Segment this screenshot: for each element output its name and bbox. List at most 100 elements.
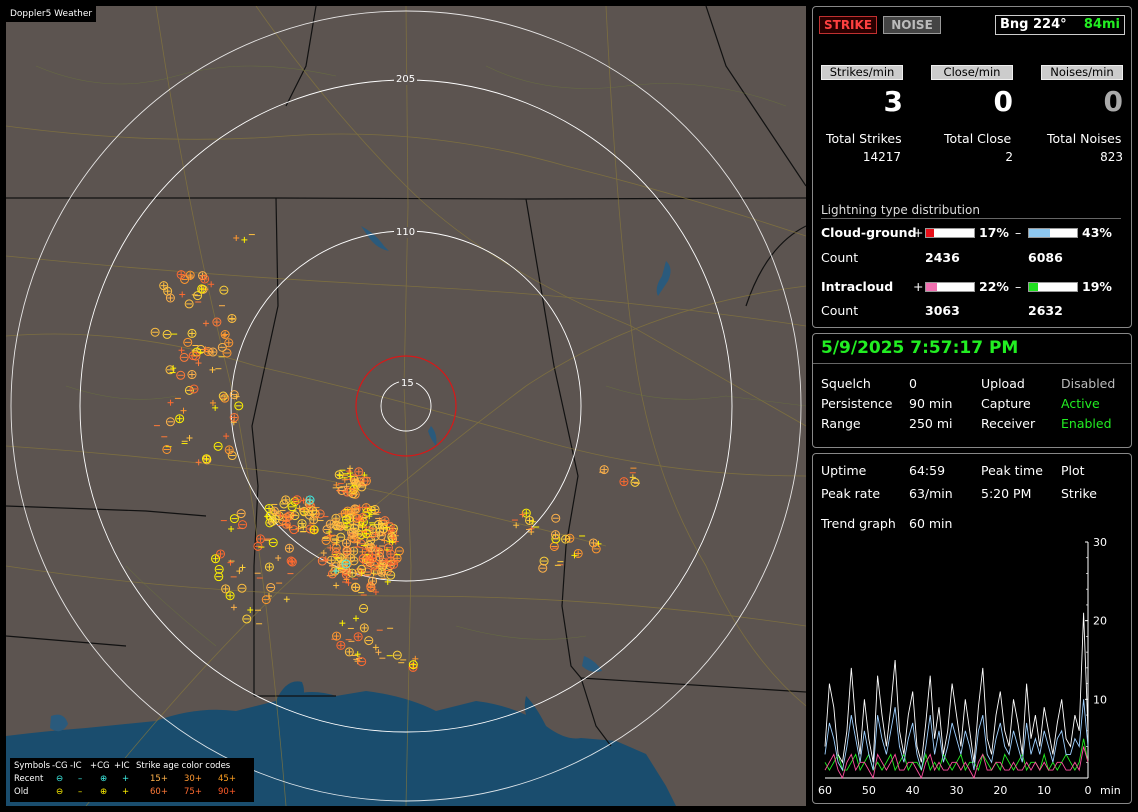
strike-mark bbox=[538, 563, 548, 573]
strike-mark bbox=[372, 644, 379, 651]
trend-x-tick-label: 0 bbox=[1085, 784, 1092, 797]
strike-mark bbox=[392, 650, 402, 660]
strike-mark bbox=[336, 640, 346, 650]
cg-count-label: Count bbox=[821, 250, 859, 265]
strike-mark bbox=[178, 347, 185, 354]
strike-mark bbox=[227, 559, 234, 566]
strike-mark bbox=[375, 649, 382, 656]
bearing-value: Bng 224° bbox=[1000, 17, 1067, 32]
strike-mark bbox=[354, 651, 361, 658]
strike-mark bbox=[187, 370, 197, 380]
strike-mark bbox=[320, 550, 327, 557]
strike-mark bbox=[539, 556, 549, 566]
total-close-value: 2 bbox=[1005, 150, 1013, 164]
strike-mark bbox=[387, 532, 397, 542]
recent-pos-ic-icon: + bbox=[122, 774, 130, 784]
ic-count-label: Count bbox=[821, 303, 859, 318]
strike-mark bbox=[214, 572, 224, 582]
strike-mark bbox=[305, 495, 315, 505]
strike-mark bbox=[290, 511, 300, 521]
cg-plus-fill bbox=[926, 229, 935, 237]
strike-mark bbox=[275, 555, 282, 562]
total-close-label: Total Close bbox=[944, 131, 1012, 146]
strike-mark bbox=[175, 414, 185, 424]
upload-value[interactable]: Disabled bbox=[1061, 376, 1115, 391]
trend-x-unit: min bbox=[1100, 784, 1121, 797]
strike-mark bbox=[549, 541, 559, 551]
trend-y-tick-label: 30 bbox=[1093, 536, 1107, 549]
ic-minus-fill bbox=[1029, 283, 1039, 291]
strike-mark bbox=[394, 546, 404, 556]
trend-chart: 30 20 10 60 50 40 30 20 10 0 min bbox=[818, 536, 1121, 797]
strike-mark bbox=[334, 470, 344, 480]
recent-pos-cg-icon: ⊕ bbox=[100, 774, 108, 784]
strike-mark bbox=[261, 595, 271, 605]
strike-mark bbox=[165, 417, 175, 427]
stats-trend-panel: Uptime 64:59 Peak time Plot Peak rate 63… bbox=[812, 453, 1132, 804]
strike-mark bbox=[342, 547, 352, 557]
strike-mark bbox=[229, 514, 239, 524]
strike-mark bbox=[208, 347, 218, 357]
trend-y-tick-label: 20 bbox=[1093, 615, 1107, 628]
ic-plus-count: 3063 bbox=[925, 303, 960, 318]
persistence-label: Persistence bbox=[821, 396, 893, 411]
settings-panel: 5/9/2025 7:57:17 PM Squelch 0 Upload Dis… bbox=[812, 333, 1132, 448]
strike-mark bbox=[525, 515, 535, 525]
cg-minus-pct: 43% bbox=[1082, 225, 1112, 240]
lightning-map[interactable]: 205 110 15 Doppler5 Weather Symbols -CG … bbox=[6, 6, 806, 806]
cg-plus-bar bbox=[925, 228, 975, 238]
cg-plus-sign: + bbox=[913, 225, 924, 240]
trend-x-tick-label: 40 bbox=[906, 784, 920, 797]
strike-mark bbox=[361, 528, 371, 538]
ring-label-205: 205 bbox=[394, 74, 418, 85]
cg-plus-pct: 17% bbox=[979, 225, 1009, 240]
strike-mark bbox=[281, 495, 291, 505]
strike-mark bbox=[187, 328, 197, 338]
noise-button[interactable]: NOISE bbox=[883, 16, 941, 34]
strike-mark bbox=[344, 647, 354, 657]
receiver-value[interactable]: Enabled bbox=[1061, 416, 1112, 431]
cg-minus-sign: – bbox=[1015, 225, 1022, 240]
strike-mark bbox=[195, 459, 202, 466]
strike-mark bbox=[283, 596, 290, 603]
strike-mark bbox=[309, 525, 319, 535]
strike-mark bbox=[284, 543, 294, 553]
strike-mark bbox=[176, 370, 186, 380]
strike-mark bbox=[333, 481, 340, 488]
old-pos-cg-icon: ⊕ bbox=[100, 787, 108, 797]
cloud-ground-label: Cloud-ground bbox=[821, 225, 917, 240]
strike-mark bbox=[367, 553, 377, 563]
strike-mark bbox=[362, 507, 372, 517]
strike-mark bbox=[332, 631, 342, 641]
squelch-label: Squelch bbox=[821, 376, 871, 391]
strike-mark bbox=[212, 317, 222, 327]
strike-marks bbox=[150, 234, 640, 672]
range-value: 84mi bbox=[1083, 17, 1120, 32]
strikes-per-min-label: Strikes/min bbox=[821, 65, 903, 80]
strike-mark bbox=[220, 330, 230, 340]
strike-mark bbox=[180, 407, 187, 414]
ic-minus-bar bbox=[1028, 282, 1078, 292]
strike-mark bbox=[333, 582, 340, 589]
strikes-per-min-value: 3 bbox=[883, 85, 903, 118]
age-60: 60+ bbox=[150, 787, 168, 797]
trend-y-tick-label: 10 bbox=[1093, 693, 1107, 706]
legend-neg-ic: -IC bbox=[70, 761, 82, 771]
trend-series-1 bbox=[824, 699, 1089, 772]
capture-value[interactable]: Active bbox=[1061, 396, 1100, 411]
strike-mark bbox=[599, 465, 609, 475]
legend-age-title: Strike age color codes bbox=[136, 761, 231, 771]
ic-plus-sign: + bbox=[913, 279, 924, 294]
strike-mark bbox=[213, 441, 223, 451]
strike-mark bbox=[230, 604, 237, 611]
strike-mark bbox=[219, 285, 229, 295]
cg-plus-count: 2436 bbox=[925, 250, 960, 265]
strike-mark bbox=[179, 291, 186, 298]
strike-mark bbox=[513, 522, 520, 529]
strike-button[interactable]: STRIKE bbox=[819, 16, 877, 34]
strike-mark bbox=[209, 366, 216, 373]
strike-mark bbox=[317, 556, 327, 566]
recent-neg-cg-icon: ⊖ bbox=[56, 774, 64, 784]
strike-mark bbox=[308, 506, 318, 516]
strike-mark bbox=[216, 549, 226, 559]
